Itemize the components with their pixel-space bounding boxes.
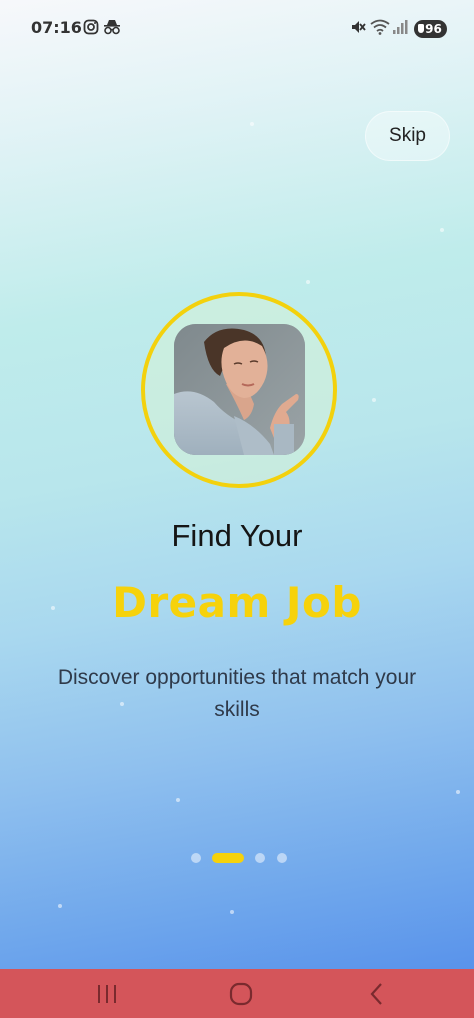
signal-icon (392, 19, 408, 39)
battery-level: 96 (425, 22, 442, 36)
wifi-icon (370, 19, 390, 39)
page-dot[interactable] (255, 853, 265, 863)
page-dot[interactable] (277, 853, 287, 863)
battery-saver-icon (418, 24, 424, 33)
profile-photo (174, 324, 305, 455)
status-bar: 07:16 96 (0, 0, 474, 58)
sparkle-dot (440, 228, 444, 232)
onboarding-screen: 07:16 96 Skip Find Your Dream Job Discov… (0, 0, 474, 1018)
page-dot-active[interactable] (212, 853, 244, 863)
page-indicator (0, 852, 474, 864)
page-dot[interactable] (191, 853, 201, 863)
sparkle-dot (58, 904, 62, 908)
sparkle-dot (230, 910, 234, 914)
battery-indicator: 96 (414, 20, 447, 38)
instagram-icon (83, 19, 99, 39)
title-line1: Find Your (171, 518, 303, 553)
sparkle-dot (250, 122, 254, 126)
sparkle-dot (176, 798, 180, 802)
system-nav-bar (0, 969, 474, 1018)
incognito-icon (103, 19, 121, 39)
mute-icon (350, 19, 366, 39)
home-icon[interactable] (226, 969, 256, 1018)
status-time: 07:16 (31, 18, 82, 37)
skip-label: Skip (389, 125, 426, 146)
sparkle-dot (372, 398, 376, 402)
recent-apps-icon[interactable] (92, 969, 122, 1018)
title-highlight: Dream Job (112, 578, 362, 627)
sparkle-dot (306, 280, 310, 284)
subtitle: Discover opportunities that match your s… (57, 666, 417, 721)
back-icon[interactable] (362, 969, 392, 1018)
skip-button[interactable]: Skip (365, 111, 450, 161)
sparkle-dot (456, 790, 460, 794)
